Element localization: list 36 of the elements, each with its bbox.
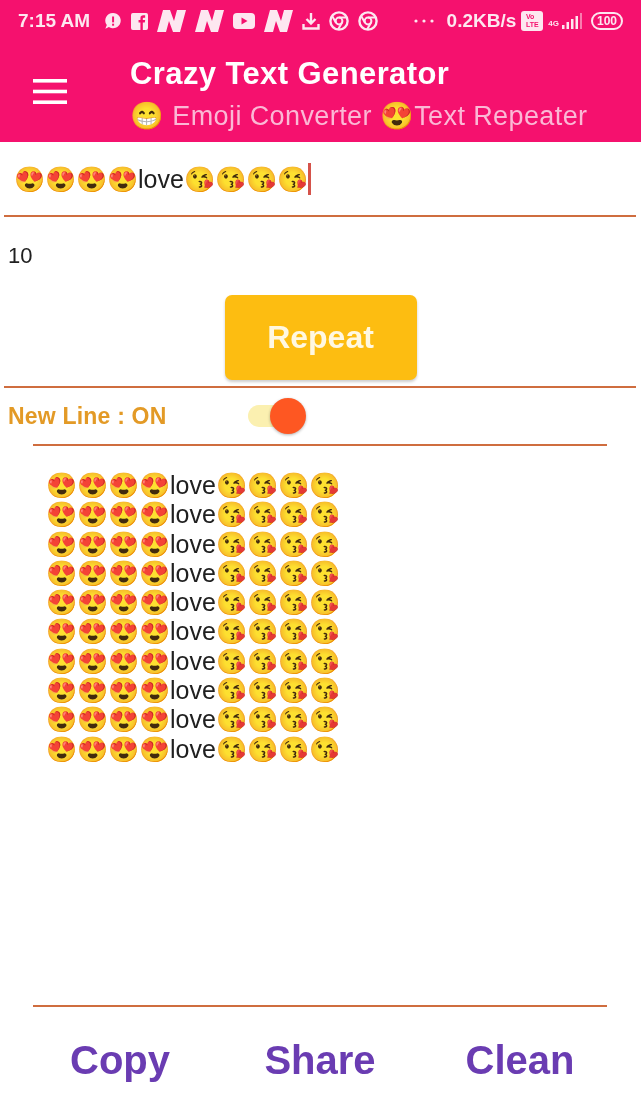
app-subtitle: 😁 Emoji Converter 😍Text Repeater [130, 100, 588, 133]
output-line: 😍😍😍😍love😘😘😘😘 [46, 705, 340, 735]
network-type: 4G [548, 19, 559, 28]
app-title: Crazy Text Generator [130, 55, 450, 93]
menu-icon[interactable] [33, 79, 67, 104]
battery-indicator: 100 [590, 12, 623, 30]
output-line: 😍😍😍😍love😘😘😘😘 [46, 500, 340, 530]
output-line: 😍😍😍😍love😘😘😘😘 [46, 734, 340, 764]
facebook-square-icon [131, 12, 149, 30]
action-button[interactable]: Share [260, 1032, 380, 1088]
new-line-label: New Line : ON [8, 402, 167, 430]
status-time: 7:15 AM [18, 10, 91, 32]
browser-icon [358, 11, 379, 31]
output-line: 😍😍😍😍love😘😘😘😘 [46, 558, 340, 589]
alert-bubble-icon [104, 12, 123, 30]
video-icon [233, 13, 256, 29]
new-line-switch[interactable] [248, 398, 306, 434]
signal-icon [561, 13, 582, 29]
n-logo-icon [157, 10, 187, 32]
download-icon [302, 11, 321, 31]
n-logo-icon [195, 10, 225, 32]
output-line: 😍😍😍😍love😘😘😘😘 [46, 529, 340, 559]
n-logo-icon [264, 10, 294, 32]
input-text: 😍😍😍😍love😘😘😘😘 [14, 163, 308, 195]
output-line: 😍😍😍😍love😘😘😘😘 [46, 646, 340, 677]
output-line: 😍😍😍😍love😘😘😘😘 [46, 617, 340, 647]
more-dots-icon [413, 19, 434, 23]
output-line: 😍😍😍😍love😘😘😘😘 [46, 676, 340, 706]
action-button[interactable]: Clean [461, 1032, 579, 1088]
count-field[interactable]: 10 [8, 242, 33, 270]
action-button[interactable]: Copy [66, 1032, 174, 1088]
output-line: 😍😍😍😍love😘😘😘😘 [46, 471, 340, 501]
network-speed: 0.2KB/s [446, 10, 517, 32]
browser-icon [329, 11, 350, 31]
text-cursor-icon [307, 162, 311, 195]
output-line: 😍😍😍😍love😘😘😘😘 [46, 588, 340, 618]
